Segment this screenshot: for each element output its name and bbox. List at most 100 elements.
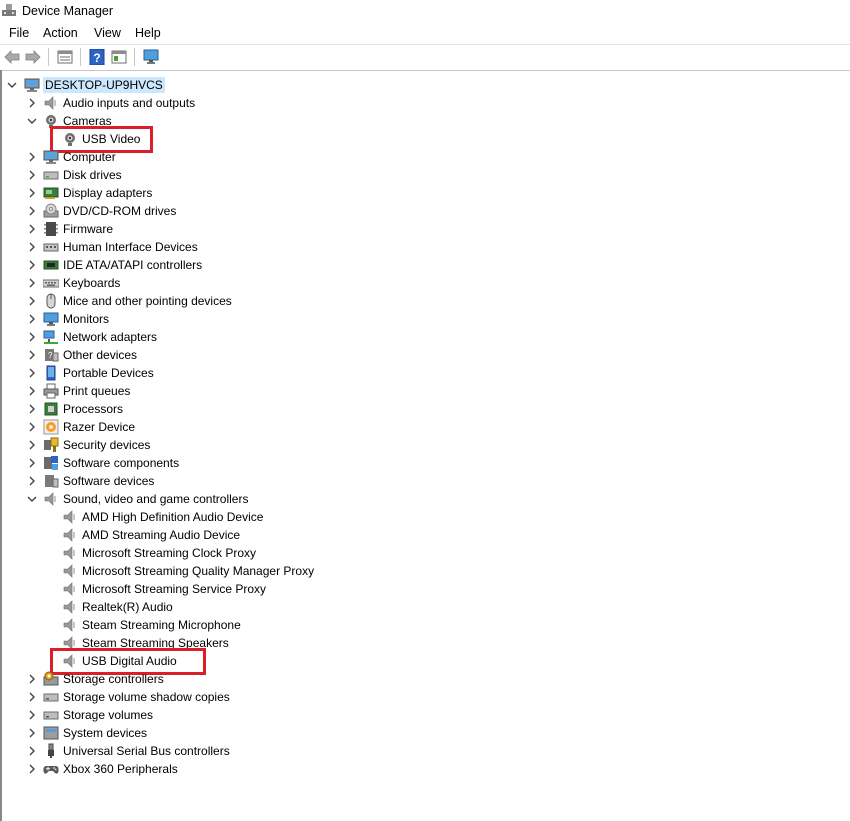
tree-item-label: Microsoft Streaming Service Proxy: [82, 582, 267, 596]
tree-item-microsoft-streaming-clock-proxy[interactable]: Microsoft Streaming Clock Proxy: [2, 544, 602, 562]
monitor-icon[interactable]: [143, 49, 159, 65]
tree-item-disk-drives[interactable]: Disk drives: [2, 166, 602, 184]
tree-item-amd-high-definition-audio-device[interactable]: AMD High Definition Audio Device: [2, 508, 602, 526]
title-bar: Device Manager: [0, 0, 850, 22]
tree-item-human-interface-devices[interactable]: Human Interface Devices: [2, 238, 602, 256]
chevron-right-icon[interactable]: [26, 439, 38, 451]
tree-item-label: Monitors: [63, 312, 110, 326]
chevron-right-icon[interactable]: [26, 295, 38, 307]
tree-item-processors[interactable]: Processors: [2, 400, 602, 418]
chevron-right-icon[interactable]: [26, 691, 38, 703]
back-icon[interactable]: [4, 49, 20, 65]
tree-item-other-devices[interactable]: ? Other devices: [2, 346, 602, 364]
tree-item-label: Software devices: [63, 474, 155, 488]
tree-item-mice-and-other-pointing-devices[interactable]: Mice and other pointing devices: [2, 292, 602, 310]
razer-icon: [43, 419, 59, 435]
chevron-right-icon[interactable]: [26, 673, 38, 685]
chevron-right-icon[interactable]: [26, 241, 38, 253]
tree-item-ide-ata-atapi-controllers[interactable]: IDE ATA/ATAPI controllers: [2, 256, 602, 274]
chevron-right-icon[interactable]: [26, 277, 38, 289]
speaker-icon: [63, 582, 75, 596]
tree-item-audio-inputs-and-outputs[interactable]: Audio inputs and outputs: [2, 94, 602, 112]
tree-root[interactable]: DESKTOP-UP9HVCS: [2, 76, 402, 94]
tree-item-firmware[interactable]: Firmware: [2, 220, 602, 238]
speaker-icon: [63, 564, 75, 578]
menu-action[interactable]: Action: [43, 26, 78, 40]
chevron-right-icon[interactable]: [26, 421, 38, 433]
software-devices-icon: [45, 475, 59, 488]
speaker-icon: [63, 510, 75, 524]
tree-item-label: Firmware: [63, 222, 113, 236]
portable-icon: [46, 365, 56, 381]
tree-item-print-queues[interactable]: Print queues: [2, 382, 602, 400]
forward-icon[interactable]: [25, 49, 41, 65]
menu-help[interactable]: Help: [135, 26, 161, 40]
tree-item-keyboards[interactable]: Keyboards: [2, 274, 602, 292]
tree-item-display-adapters[interactable]: Display adapters: [2, 184, 602, 202]
tree-item-label: Razer Device: [63, 420, 136, 434]
tree-item-computer[interactable]: Computer: [2, 148, 602, 166]
chevron-right-icon[interactable]: [26, 151, 38, 163]
chevron-right-icon[interactable]: [26, 763, 38, 775]
chevron-down-icon[interactable]: [6, 79, 18, 91]
tree-item-label: Computer: [63, 150, 116, 164]
chevron-right-icon[interactable]: [26, 403, 38, 415]
menu-file[interactable]: File: [9, 26, 29, 40]
device-tree[interactable]: DESKTOP-UP9HVCS Audio inputs and outputs…: [0, 70, 850, 821]
tree-item-label: Display adapters: [63, 186, 153, 200]
chevron-right-icon[interactable]: [26, 97, 38, 109]
chevron-right-icon[interactable]: [26, 367, 38, 379]
chevron-right-icon[interactable]: [26, 475, 38, 487]
tree-item-microsoft-streaming-service-proxy[interactable]: Microsoft Streaming Service Proxy: [2, 580, 602, 598]
chevron-right-icon[interactable]: [26, 385, 38, 397]
toolbar-separator: [80, 48, 81, 66]
tree-item-steam-streaming-microphone[interactable]: Steam Streaming Microphone: [2, 616, 602, 634]
menu-view[interactable]: View: [94, 26, 121, 40]
tree-item-storage-controllers[interactable]: Storage controllers: [2, 670, 602, 688]
chevron-right-icon[interactable]: [26, 745, 38, 757]
chevron-right-icon[interactable]: [26, 349, 38, 361]
tree-item-amd-streaming-audio-device[interactable]: AMD Streaming Audio Device: [2, 526, 602, 544]
chevron-down-icon[interactable]: [26, 493, 38, 505]
tree-item-universal-serial-bus-controllers[interactable]: Universal Serial Bus controllers: [2, 742, 602, 760]
chevron-right-icon[interactable]: [26, 727, 38, 739]
chevron-down-icon[interactable]: [26, 115, 38, 127]
chevron-right-icon[interactable]: [26, 187, 38, 199]
chevron-right-icon[interactable]: [26, 223, 38, 235]
chevron-right-icon[interactable]: [26, 313, 38, 325]
menu-bar: File Action View Help: [0, 22, 850, 44]
help-icon[interactable]: ?: [89, 49, 105, 65]
window-title: Device Manager: [22, 4, 114, 18]
tree-item-storage-volume-shadow-copies[interactable]: Storage volume shadow copies: [2, 688, 602, 706]
chevron-right-icon[interactable]: [26, 205, 38, 217]
tree-item-xbox-360-peripherals[interactable]: Xbox 360 Peripherals: [2, 760, 602, 778]
chevron-right-icon[interactable]: [26, 709, 38, 721]
tree-item-dvd-cd-rom-drives[interactable]: DVD/CD-ROM drives: [2, 202, 602, 220]
tree-item-software-devices[interactable]: Software devices: [2, 472, 602, 490]
chevron-right-icon[interactable]: [26, 331, 38, 343]
properties-icon[interactable]: [57, 49, 73, 65]
tree-item-sound-video-and-game-controllers[interactable]: Sound, video and game controllers: [2, 490, 602, 508]
tree-item-razer-device[interactable]: Razer Device: [2, 418, 602, 436]
speaker-icon: [63, 546, 75, 560]
chevron-right-icon[interactable]: [26, 457, 38, 469]
tree-item-label: Microsoft Streaming Quality Manager Prox…: [82, 564, 315, 578]
network-icon: [43, 330, 58, 344]
tree-item-storage-volumes[interactable]: Storage volumes: [2, 706, 602, 724]
view-icon[interactable]: [111, 49, 127, 65]
speaker-icon: [63, 618, 75, 632]
tree-item-portable-devices[interactable]: Portable Devices: [2, 364, 602, 382]
chevron-right-icon[interactable]: [26, 169, 38, 181]
tree-item-network-adapters[interactable]: Network adapters: [2, 328, 602, 346]
tree-item-label: Storage volumes: [63, 708, 154, 722]
tree-item-software-components[interactable]: Software components: [2, 454, 602, 472]
tree-item-realtek-r-audio[interactable]: Realtek(R) Audio: [2, 598, 602, 616]
ide-icon: [43, 260, 59, 270]
chevron-right-icon[interactable]: [26, 259, 38, 271]
tree-item-monitors[interactable]: Monitors: [2, 310, 602, 328]
usb-icon: [48, 743, 54, 758]
tree-item-security-devices[interactable]: Security devices: [2, 436, 602, 454]
tree-item-system-devices[interactable]: System devices: [2, 724, 602, 742]
tree-item-microsoft-streaming-quality-manager-proxy[interactable]: Microsoft Streaming Quality Manager Prox…: [2, 562, 602, 580]
tree-item-label: Other devices: [63, 348, 138, 362]
